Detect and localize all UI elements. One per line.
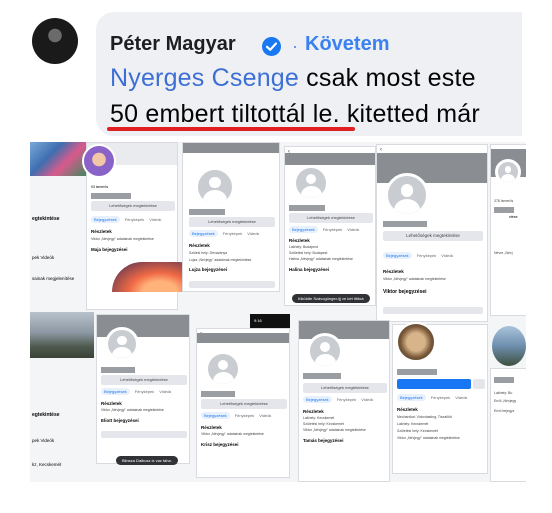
- animated-avatar: [82, 144, 116, 178]
- details-heading: Részletek: [303, 409, 324, 414]
- details-heading: Részletek: [91, 229, 112, 234]
- profile-tabs: Bejegyzések Fényképek Videók: [91, 216, 166, 223]
- about-line[interactable]: Halina „Névjegy" adatainak megtekintése: [289, 257, 353, 261]
- profile-shot-lujza: Lehetőségek megtekintése Bejegyzések Fény…: [182, 142, 280, 292]
- about-line[interactable]: Viktor „Névjegy" adatainak megtekintése: [303, 428, 366, 432]
- author-separator: ·: [292, 36, 298, 56]
- profile-shot-viktor: ‹ Lehetőségek megtekintése Bejegyzések Fé…: [376, 144, 488, 322]
- residence-row: Lakhely: Budapest: [289, 245, 318, 249]
- posts-heading: Viktor bejegyzései: [383, 289, 427, 295]
- about-line[interactable]: Viktor „Névjegy" adatainak megtekintése: [101, 408, 164, 412]
- verified-badge-icon: [262, 37, 281, 56]
- right-details-1: Lakhely: Bu: [494, 391, 513, 395]
- posts-heading: Tamás bejegyzései: [303, 438, 344, 443]
- about-line[interactable]: Viktor „Névjegy" adatainak megtekintése: [91, 237, 154, 241]
- profile-shot-right-top: 378 Ismerős ntése Névre „Névj: [490, 144, 526, 316]
- profile-tabs: Bejegyzések Fényképek Videók: [189, 230, 264, 237]
- profile-shot-krisz: ‹ Lehetőségek megtekintése BejegyzésekFé…: [196, 328, 290, 478]
- right-more-label: ntése: [509, 215, 518, 219]
- mention-link[interactable]: Nyerges Csenge: [110, 64, 299, 92]
- profile-tabs: Bejegyzések Fényképek Videók: [201, 412, 276, 419]
- details-heading: Részletek: [201, 425, 222, 430]
- birthplace-row: Szülési hely: Dévaványa: [189, 251, 228, 255]
- profile-tabs: Bejegyzések Fényképek Videók: [303, 396, 378, 403]
- post-strip: [189, 281, 275, 288]
- more-button[interactable]: Lehetőségek megtekintése: [383, 231, 483, 241]
- status-time: 9:16: [254, 318, 262, 323]
- commenter-avatar[interactable]: [32, 18, 78, 64]
- profile-shot-halina: ‹ Lehetőségek megtekintése Bejegyzések Fé…: [284, 146, 376, 306]
- more-button[interactable]: Lehetőségek megtekintése: [201, 399, 287, 409]
- details-heading: Részletek: [383, 269, 404, 274]
- more-button[interactable]: Lehetőségek megtekintése: [101, 375, 187, 385]
- left-city: kz, Kecskemét: [32, 462, 62, 467]
- winter-photo: [30, 312, 94, 358]
- about-line[interactable]: Lujza „Névjegy" adatainak megtekintése: [189, 258, 251, 262]
- follow-status-link[interactable]: Követem: [305, 33, 389, 56]
- left-more-label: egtekintése: [32, 216, 60, 222]
- left-more-label-2: egtekintése: [32, 412, 60, 418]
- details-heading: Részletek: [397, 407, 418, 412]
- birthplace-row: Születési hely: Kecskemét: [303, 422, 344, 426]
- profile-tabs: Bejegyzések Fényképek Videók: [383, 252, 458, 259]
- right-posts: Ernő bejegyz: [494, 409, 515, 413]
- profile-tabs: Bejegyzések Fényképek Videók: [397, 394, 472, 401]
- left-about-line: sainak megjelenítése: [32, 276, 75, 281]
- profile-tabs: Bejegyzések Fényképek Videók: [289, 226, 364, 233]
- blocked-profiles-collage: egtekintése pek Videók sainak megjelenít…: [30, 142, 526, 482]
- toast-message: Kiküldte Szávogünger-ijj ve két ittítoá: [292, 294, 370, 303]
- comment-text-line-2: 50 embert tiltottál le. kitetted már: [110, 100, 480, 128]
- right-about: Névre „Névj: [494, 251, 513, 255]
- comment-text-rest: csak most este: [306, 64, 476, 92]
- birthplace-row: Születési hely: Kecskemét: [397, 429, 438, 433]
- more-button[interactable]: Lehetőségek megtekintése: [289, 213, 373, 223]
- posts-heading: Maja bejegyzései: [91, 247, 128, 252]
- friends-count: 93 ismerős: [91, 185, 109, 189]
- dog-photo: [396, 322, 436, 362]
- left-tabs: pek Videók: [32, 255, 55, 260]
- right-details-2: Erről „Névjegy: [494, 399, 517, 403]
- more-button[interactable]: Lehetőségek megtekintése: [303, 383, 387, 393]
- friends-count: 378 Ismerős: [494, 199, 514, 203]
- profile-shot-right-bottom: Lakhely: Bu Erről „Névjegy Ernő bejegyz: [490, 368, 526, 482]
- red-underline-annotation: [107, 127, 355, 131]
- comment-author[interactable]: Péter Magyar: [110, 33, 236, 56]
- posts-heading: Eliott bejegyzései: [101, 418, 139, 423]
- details-heading: Részletek: [189, 243, 210, 248]
- posts-heading: Lujza bejegyzései: [189, 267, 228, 272]
- comment-text-line-1: Nyerges Csenge csak most este: [110, 64, 476, 93]
- post-strip: [383, 307, 483, 314]
- details-heading: Részletek: [101, 401, 122, 406]
- residence-row: Lakhely: Kecskemét: [397, 422, 429, 426]
- more-button[interactable]: Lehetőségek megtekintése: [91, 201, 175, 211]
- left-tabs-2: pek Videók: [32, 438, 55, 443]
- more-options-button[interactable]: [473, 379, 485, 389]
- about-line[interactable]: Viktor „Névjegy" adatainak megtekintése: [397, 436, 460, 440]
- post-strip: [101, 431, 187, 438]
- about-line[interactable]: Viktor „Névjegy" adatainak megtekintése: [201, 432, 264, 436]
- profile-shot-eliott: Lehetőségek megtekintése Bejegyzések Fény…: [96, 314, 190, 464]
- cover-artwork: [30, 142, 90, 176]
- more-button[interactable]: Lehetőségek megtekintése: [189, 217, 275, 227]
- birthplace-row: Születési hely: Budapest: [289, 251, 328, 255]
- residence-row: Lakhely: Kecskemét: [303, 416, 335, 420]
- message-button[interactable]: [397, 379, 471, 389]
- school-row: Mechanikai: Vidordasting, Tiszaföld: [397, 415, 452, 419]
- about-line[interactable]: Viktor „Névjegy" adatainak megtekintése: [383, 277, 446, 281]
- details-heading: Részletek: [289, 238, 310, 243]
- posts-heading: Krisz bejegyzései: [201, 442, 239, 447]
- posts-heading: Halina bejegyzései: [289, 267, 330, 272]
- profile-shot-tamas: Lehetőségek megtekintése Bejegyzések Fény…: [298, 320, 390, 482]
- profile-tabs: Bejegyzések Fényképek Videók: [101, 388, 176, 395]
- lake-photo: [492, 326, 526, 366]
- toast-message-2: Blinsza Dalbusz ix vaz táha.: [116, 456, 178, 465]
